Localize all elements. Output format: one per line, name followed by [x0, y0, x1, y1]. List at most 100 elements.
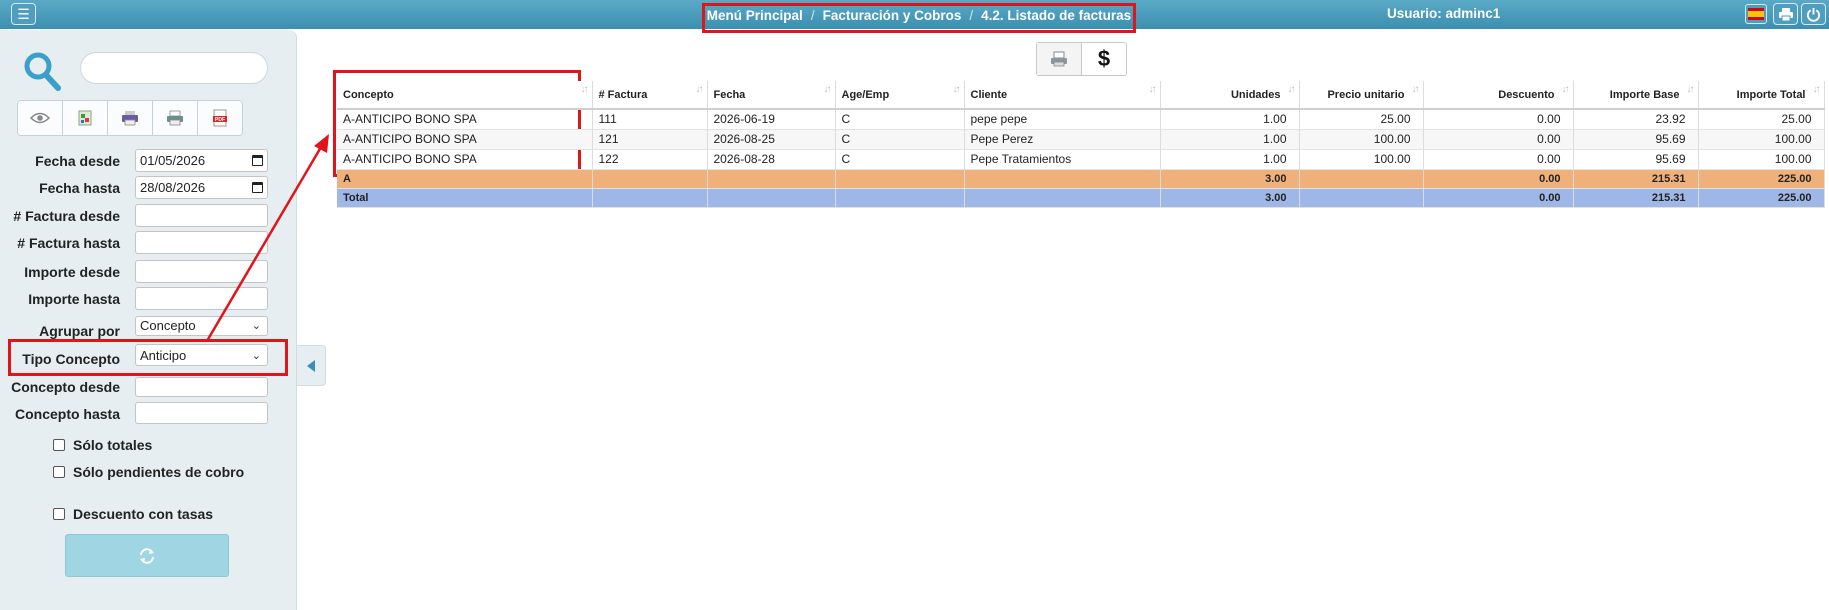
importe-desde-field[interactable]: [135, 260, 268, 283]
concepto-desde-row: Concepto desde: [0, 375, 297, 399]
column-header-precio-unitario[interactable]: Precio unitario ↓↑: [1299, 81, 1424, 110]
calendar-icon[interactable]: [252, 182, 263, 193]
language-flag-button[interactable]: [1745, 4, 1767, 24]
agrupar-por-select[interactable]: Concepto ⌄: [135, 316, 268, 336]
pdf-export-button[interactable]: PDF: [198, 101, 242, 135]
factura-hasta-row: # Factura hasta: [0, 231, 297, 255]
column-header-fecha[interactable]: Fecha ↓↑: [707, 81, 836, 110]
excel-icon: [78, 110, 92, 126]
scanner-icon: [1051, 51, 1067, 66]
invoice-list-table: Concepto ↓↑ # Factura ↓↑ Fecha ↓↑ Age/Emp ↓↑…: [337, 81, 1825, 208]
caret-left-icon: [307, 359, 315, 372]
sort-icon: ↓↑: [1812, 84, 1821, 95]
print-icon: [122, 111, 138, 126]
view-toggle: $: [1036, 42, 1127, 76]
breadcrumb-item-facturacion[interactable]: Facturación y Cobros: [823, 8, 962, 23]
breadcrumb-item-current: 4.2. Listado de facturas: [981, 7, 1132, 23]
column-header-factura[interactable]: # Factura ↓↑: [592, 81, 708, 110]
column-header-unidades[interactable]: Unidades ↓↑: [1160, 81, 1300, 110]
fecha-desde-field[interactable]: 01/05/2026: [135, 149, 268, 172]
fecha-hasta-label: Fecha hasta: [39, 180, 120, 196]
sort-icon: ↓↑: [823, 84, 832, 95]
sort-icon: ↓↑: [1686, 84, 1695, 95]
fecha-desde-row: Fecha desde 01/05/2026: [0, 149, 297, 173]
search-icon[interactable]: [22, 50, 62, 92]
search-input[interactable]: [80, 52, 268, 84]
table-row[interactable]: A-ANTICIPO BONO SPA 111 2026-06-19 C pep…: [337, 109, 1825, 130]
importe-desde-label: Importe desde: [24, 264, 120, 280]
solo-totales-checkbox[interactable]: Sólo totales: [53, 437, 152, 453]
pdf-icon: PDF: [213, 109, 227, 127]
table-row[interactable]: A-ANTICIPO BONO SPA 122 2026-08-28 C Pep…: [337, 149, 1825, 170]
export-toolbar: PDF: [17, 100, 243, 136]
factura-desde-label: # Factura desde: [13, 208, 120, 224]
grand-total-row: Total 3.00 0.00 215.31 225.00: [337, 188, 1825, 208]
column-header-importe-total[interactable]: Importe Total ↓↑: [1698, 81, 1825, 110]
fecha-hasta-row: Fecha hasta 28/08/2026: [0, 176, 297, 200]
sort-icon: ↓↑: [1287, 84, 1296, 95]
refresh-button[interactable]: [65, 534, 229, 577]
sort-icon: ↓↑: [580, 84, 589, 95]
concepto-hasta-row: Concepto hasta: [0, 402, 297, 426]
eye-icon: [30, 112, 50, 124]
currency-button[interactable]: $: [1082, 43, 1126, 75]
logout-button[interactable]: [1801, 3, 1826, 25]
svg-text:PDF: PDF: [215, 117, 225, 123]
tipo-concepto-label: Tipo Concepto: [22, 351, 120, 367]
importe-hasta-row: Importe hasta: [0, 287, 297, 311]
print-list-button[interactable]: [108, 101, 153, 135]
filter-sidebar: PDF Fecha desde 01/05/2026 Fecha hasta 2…: [0, 30, 297, 610]
concepto-desde-label: Concepto desde: [11, 379, 120, 395]
concepto-hasta-field[interactable]: [135, 402, 268, 424]
descuento-tasas-checkbox[interactable]: Descuento con tasas: [53, 506, 213, 522]
dollar-icon: $: [1097, 46, 1111, 71]
column-header-cliente[interactable]: Cliente ↓↑: [964, 81, 1161, 110]
sidebar-collapse-button[interactable]: [297, 345, 326, 386]
solo-pendientes-checkbox[interactable]: Sólo pendientes de cobro: [53, 464, 244, 480]
excel-export-button[interactable]: [63, 101, 108, 135]
refresh-icon: [140, 547, 154, 564]
importe-desde-row: Importe desde: [0, 260, 297, 284]
sort-icon: ↓↑: [1411, 84, 1420, 95]
factura-desde-field[interactable]: [135, 204, 268, 227]
importe-hasta-field[interactable]: [135, 287, 268, 310]
tipo-concepto-row: Tipo Concepto Anticipo ⌄: [0, 344, 297, 368]
agrupar-por-label: Agrupar por: [39, 323, 120, 339]
fecha-hasta-field[interactable]: 28/08/2026: [135, 176, 268, 199]
column-header-descuento[interactable]: Descuento ↓↑: [1423, 81, 1574, 110]
group-subtotal-row: A 3.00 0.00 215.31 225.00: [337, 169, 1825, 189]
view-button[interactable]: [18, 101, 63, 135]
chevron-down-icon: ⌄: [251, 320, 261, 332]
scanner-view-button[interactable]: [1037, 43, 1082, 75]
concepto-desde-field[interactable]: [135, 377, 268, 397]
print-button[interactable]: [1773, 3, 1798, 25]
factura-hasta-label: # Factura hasta: [17, 235, 120, 251]
breadcrumb-item-menu-principal[interactable]: Menú Principal: [707, 8, 803, 23]
user-label: Usuario: adminc1: [1387, 6, 1501, 21]
printer-icon: [1778, 7, 1793, 21]
concepto-hasta-label: Concepto hasta: [14, 406, 120, 422]
menu-icon: ☰: [17, 5, 30, 22]
sort-icon: ↓↑: [1561, 84, 1570, 95]
importe-hasta-label: Importe hasta: [28, 291, 120, 307]
calendar-icon[interactable]: [252, 155, 263, 166]
power-icon: [1806, 7, 1821, 22]
hamburger-menu-button[interactable]: ☰: [11, 3, 36, 25]
table-header-row: Concepto ↓↑ # Factura ↓↑ Fecha ↓↑ Age/Emp ↓↑…: [337, 81, 1825, 110]
sort-icon: ↓↑: [695, 84, 704, 95]
table-row[interactable]: A-ANTICIPO BONO SPA 121 2026-08-25 C Pep…: [337, 129, 1825, 150]
breadcrumb: Menú Principal / Facturación y Cobros / …: [702, 3, 1136, 33]
sort-icon: ↓↑: [952, 84, 961, 95]
printer-icon: [167, 110, 183, 126]
chevron-down-icon: ⌄: [251, 349, 261, 362]
column-header-age-emp[interactable]: Age/Emp ↓↑: [835, 81, 965, 110]
printer-button[interactable]: [153, 101, 198, 135]
column-header-importe-base[interactable]: Importe Base ↓↑: [1573, 81, 1699, 110]
column-header-concepto[interactable]: Concepto ↓↑: [337, 81, 593, 110]
sort-icon: ↓↑: [1148, 84, 1157, 95]
fecha-desde-label: Fecha desde: [35, 153, 120, 169]
factura-hasta-field[interactable]: [135, 231, 268, 254]
tipo-concepto-select[interactable]: Anticipo ⌄: [135, 344, 268, 366]
factura-desde-row: # Factura desde: [0, 204, 297, 228]
spain-flag-icon: [1748, 8, 1764, 20]
